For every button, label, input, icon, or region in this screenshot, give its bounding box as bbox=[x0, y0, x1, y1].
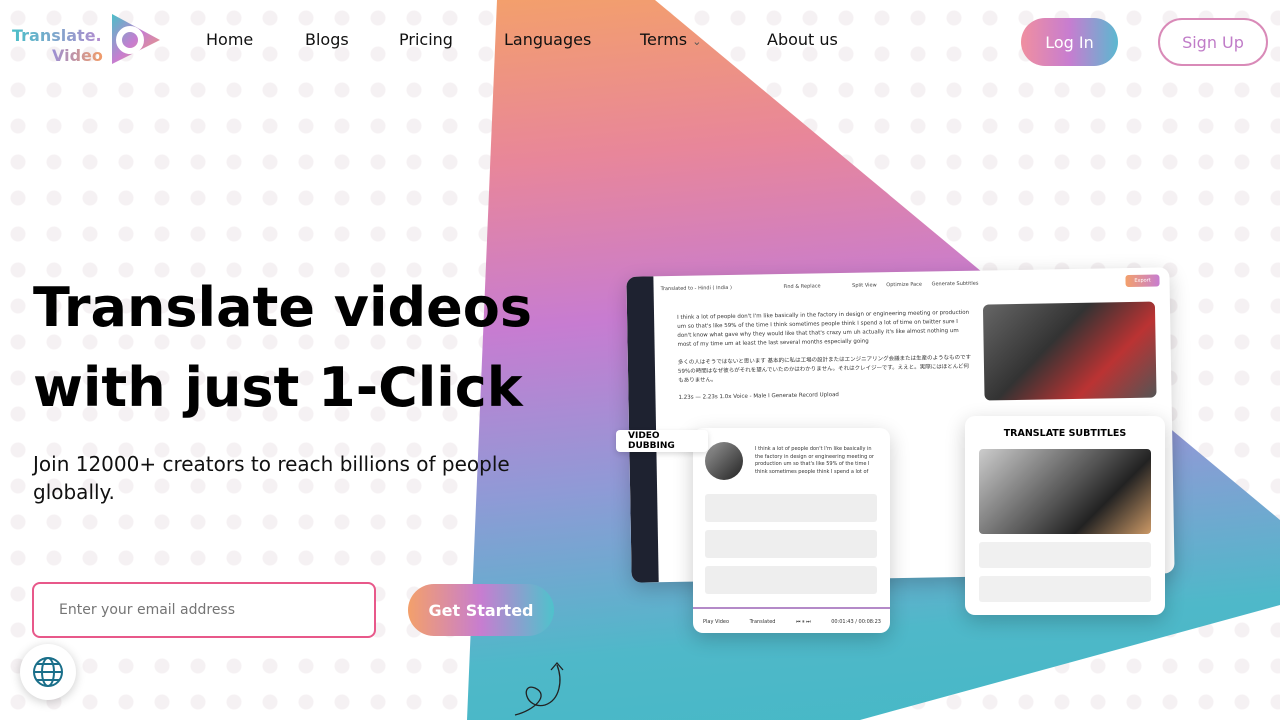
logo-text-1: Translate. bbox=[12, 26, 102, 45]
video-dubbing-label: VIDEO DUBBING bbox=[616, 430, 708, 452]
dubbing-card: I think a lot of people don't I'm like b… bbox=[693, 428, 890, 633]
signup-button[interactable]: Sign Up bbox=[1158, 18, 1268, 66]
playback-icons: ⏮ ⏸ ⏭ bbox=[795, 619, 811, 625]
dubbing-text: I think a lot of people don't I'm like b… bbox=[755, 446, 874, 475]
email-input[interactable] bbox=[32, 582, 376, 638]
japanese-text: 多くの人はそうではないと思います 基本的に私は工場の設計またはエンジニアリング会… bbox=[677, 354, 972, 384]
hero-title-line2: with just 1-Click bbox=[33, 356, 523, 419]
nav-pricing[interactable]: Pricing bbox=[399, 30, 453, 49]
translate-subtitles-label: TRANSLATE SUBTITLES bbox=[1003, 428, 1127, 439]
language-globe-button[interactable] bbox=[20, 644, 76, 700]
toolbar-split: Split View bbox=[852, 282, 877, 289]
nav-blogs[interactable]: Blogs bbox=[305, 30, 349, 49]
english-text: I think a lot of people don't I'm like b… bbox=[677, 309, 970, 348]
chevron-down-icon: ⌄ bbox=[692, 35, 702, 48]
logo[interactable]: Translate. Video bbox=[12, 12, 162, 67]
hero-title: Translate videos with just 1-Click bbox=[33, 268, 553, 428]
globe-icon bbox=[33, 657, 63, 687]
toolbar-optimize: Optimize Pace bbox=[886, 281, 923, 289]
progress-bar bbox=[693, 607, 890, 609]
nav-about[interactable]: About us bbox=[767, 30, 838, 49]
curly-arrow-icon bbox=[514, 662, 564, 716]
toolbar-subtitles: Generate Subtitles bbox=[931, 280, 979, 288]
video-preview bbox=[982, 301, 1157, 401]
segment-controls: 1.23s — 2.23s 1.0x Voice - Male I Genera… bbox=[678, 392, 839, 401]
nav-languages[interactable]: Languages bbox=[504, 30, 591, 49]
nav-home[interactable]: Home bbox=[206, 30, 253, 49]
get-started-button[interactable]: Get Started bbox=[408, 584, 554, 636]
mockup-toolbar: Translated to - Hindi ( India ) Find & R… bbox=[661, 281, 979, 293]
hero-subtitle: Join 12000+ creators to reach billions o… bbox=[33, 452, 510, 504]
nav-terms[interactable]: Terms ⌄ bbox=[640, 30, 701, 49]
translation-block bbox=[705, 530, 877, 558]
export-button: Export bbox=[1125, 274, 1160, 288]
player-controls: Play Video Translated ⏮ ⏸ ⏭ 00:01:43 / 0… bbox=[703, 619, 881, 625]
subtitles-card: TRANSLATE SUBTITLES bbox=[965, 416, 1165, 615]
translation-block bbox=[705, 494, 877, 522]
subtitle-video-preview bbox=[979, 449, 1151, 534]
translation-block bbox=[705, 566, 877, 594]
login-button[interactable]: Log In bbox=[1021, 18, 1118, 66]
translated-to: Translated to - Hindi ( India ) bbox=[660, 284, 732, 293]
subtitle-line bbox=[979, 542, 1151, 568]
logo-text-2: Video bbox=[52, 46, 103, 65]
speaker-avatar bbox=[705, 442, 743, 480]
translated-label: Translated bbox=[749, 619, 776, 625]
nav-terms-label: Terms bbox=[640, 30, 688, 49]
transcript: I think a lot of people don't I'm like b… bbox=[677, 309, 974, 403]
play-video-label: Play Video bbox=[703, 619, 730, 625]
logo-play-icon bbox=[112, 14, 160, 64]
time-readout: 00:01:43 / 00:08:23 bbox=[831, 619, 881, 625]
hero-title-line1: Translate videos bbox=[33, 276, 532, 339]
toolbar-find: Find & Replace bbox=[783, 283, 821, 291]
subtitle-line bbox=[979, 576, 1151, 602]
